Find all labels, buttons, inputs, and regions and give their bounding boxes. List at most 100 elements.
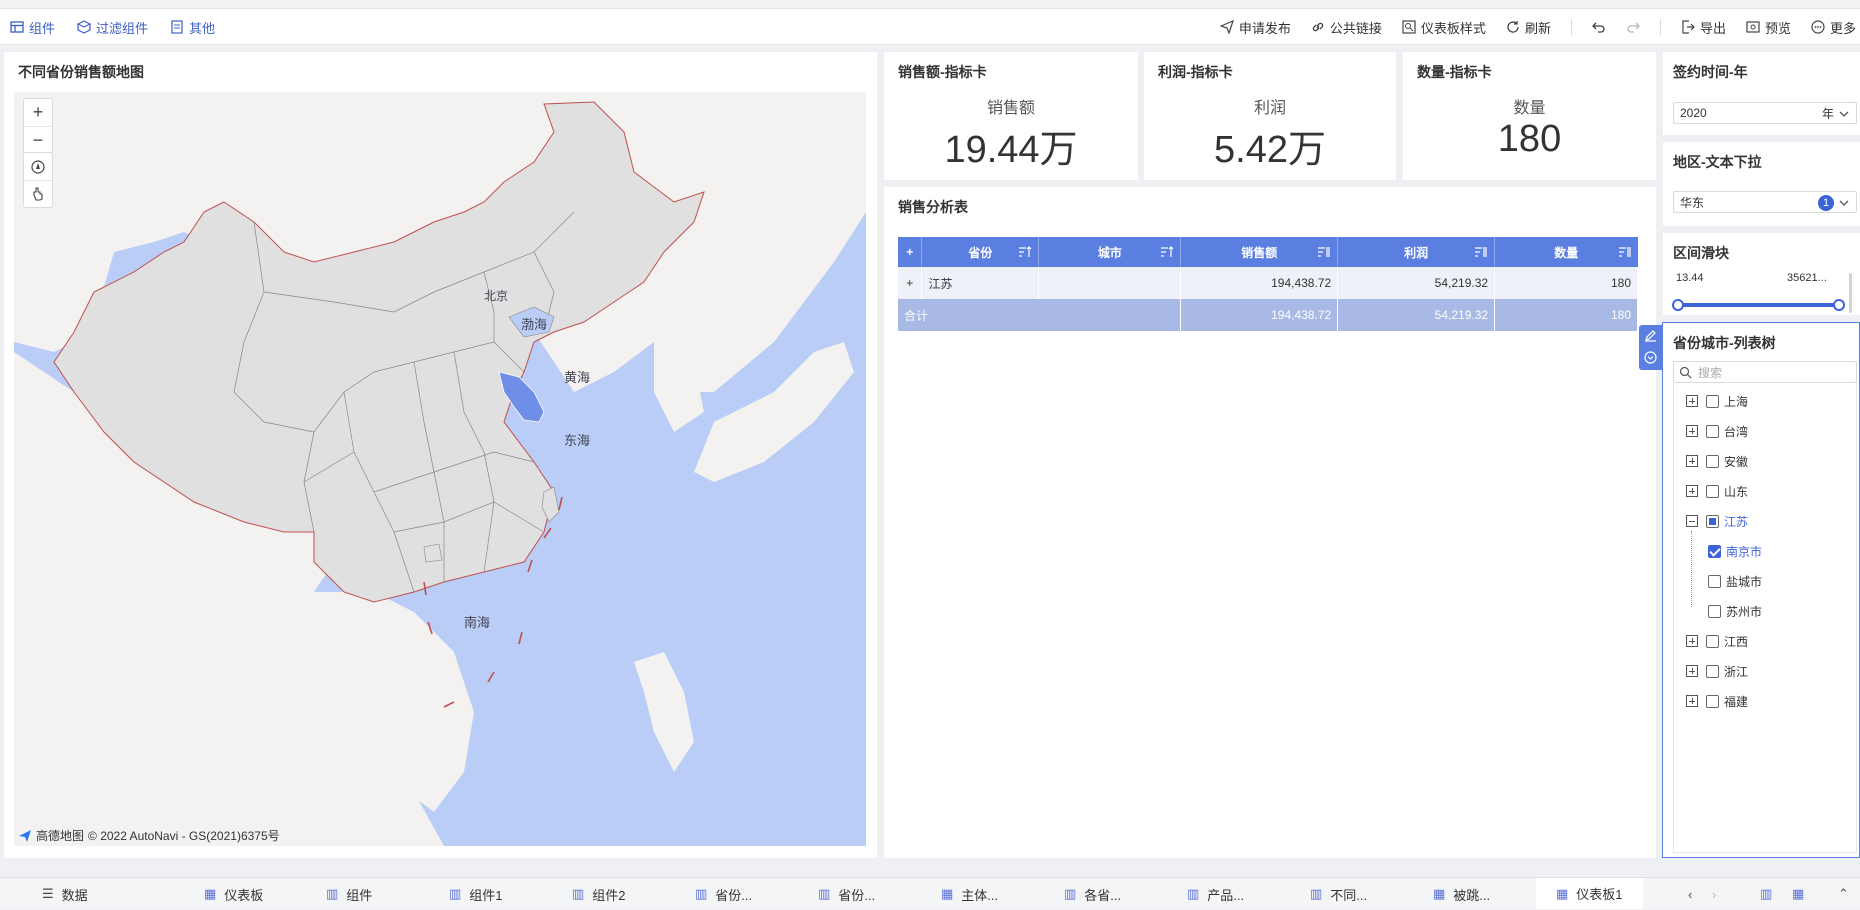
tab-data[interactable]: ☰ 数据 xyxy=(42,878,88,910)
tree-item-suzhou[interactable]: 苏州市 xyxy=(1708,601,1762,621)
range-slider-track[interactable] xyxy=(1677,303,1839,307)
export-icon xyxy=(1681,20,1695,34)
collapse-tabs-button[interactable]: ⌃ xyxy=(1838,878,1849,910)
expand-icon[interactable] xyxy=(1686,635,1698,647)
checkbox[interactable] xyxy=(1706,694,1719,708)
tab-component[interactable]: ▥ 组件 xyxy=(326,878,372,910)
top-strip xyxy=(0,0,1860,9)
expand-icon[interactable] xyxy=(1686,695,1698,707)
kpi-card-quantity[interactable]: 数量-指标卡 数量 180 xyxy=(1403,52,1656,180)
checkbox[interactable] xyxy=(1708,604,1721,618)
region-select[interactable]: 华东 1 xyxy=(1673,191,1857,213)
checkbox[interactable] xyxy=(1706,664,1719,678)
checkbox[interactable] xyxy=(1708,574,1721,588)
more-icon xyxy=(1811,20,1825,34)
range-slider-max-handle[interactable] xyxy=(1833,299,1845,311)
apply-publish-button[interactable]: 申请发布 xyxy=(1219,18,1291,37)
checkbox[interactable] xyxy=(1706,484,1719,498)
sales-table-panel: 销售分析表 + 省份 城市 销售额 利润 数量 + 江苏 194,438.72 … xyxy=(884,187,1656,858)
collapse-icon[interactable] xyxy=(1686,515,1698,527)
add-dashboard-tab-button[interactable]: ▦ xyxy=(1792,878,1804,910)
tab-dashboard1[interactable]: ▦ 仪表板1 xyxy=(1536,878,1643,909)
tab-each-province[interactable]: ▥ 各省... xyxy=(1064,878,1121,910)
tree-search-input[interactable]: 搜索 xyxy=(1673,361,1857,383)
checkbox[interactable] xyxy=(1706,424,1719,438)
tree-item-yancheng[interactable]: 盐城市 xyxy=(1708,571,1762,591)
year-select[interactable]: 2020 年 xyxy=(1673,102,1857,124)
tab-component1[interactable]: ▥ 组件1 xyxy=(449,878,503,910)
tree-item-zhejiang[interactable]: 浙江 xyxy=(1686,661,1748,681)
expand-icon[interactable] xyxy=(1686,425,1698,437)
kpi-card-sales[interactable]: 销售额-指标卡 销售额 19.44万 xyxy=(884,52,1138,180)
chart-icon: ▥ xyxy=(1187,886,1200,901)
component-button[interactable]: 组件 xyxy=(10,18,55,37)
checkbox-partial[interactable] xyxy=(1706,514,1719,528)
chevron-down-icon xyxy=(1839,111,1849,117)
year-value: 2020 xyxy=(1680,106,1707,120)
checkbox[interactable] xyxy=(1706,634,1719,648)
tree-item-fujian[interactable]: 福建 xyxy=(1686,691,1748,711)
tab-jumped[interactable]: ▦ 被跳... xyxy=(1433,878,1490,910)
header-label: 省份 xyxy=(968,245,993,260)
dashboard-style-button[interactable]: 仪表板样式 xyxy=(1402,18,1486,37)
compass-button[interactable] xyxy=(24,153,52,180)
filter-component-button[interactable]: 过滤组件 xyxy=(77,18,148,37)
tab-subject[interactable]: ▦ 主体... xyxy=(941,878,998,910)
preview-label: 预览 xyxy=(1764,20,1791,36)
export-button[interactable]: 导出 xyxy=(1681,18,1726,37)
expand-icon[interactable] xyxy=(1686,395,1698,407)
map-credit: 高德地图 © 2022 AutoNavi - GS(2021)6375号 xyxy=(18,827,280,844)
tree-item-shandong[interactable]: 山东 xyxy=(1686,481,1748,501)
redo-button[interactable] xyxy=(1626,20,1640,34)
tab-prev-button[interactable]: ‹ xyxy=(1688,878,1692,910)
tab-dashboard[interactable]: ▦ 仪表板 xyxy=(204,878,263,910)
tab-province-2[interactable]: ▥ 省份... xyxy=(818,878,875,910)
china-sales-map[interactable]: 北京 渤海 黄海 东海 南海 + − 高德地图 © 2022 AutoNavi … xyxy=(14,92,866,846)
checkbox[interactable] xyxy=(1706,394,1719,408)
tree-item-taiwan[interactable]: 台湾 xyxy=(1686,421,1748,441)
checkbox[interactable] xyxy=(1706,454,1719,468)
header-profit[interactable]: 利润 xyxy=(1337,237,1496,267)
tab-next-button[interactable]: › xyxy=(1712,878,1716,910)
chart-icon: ▥ xyxy=(572,886,585,901)
other-button[interactable]: 其他 xyxy=(170,18,215,37)
collapse-icon[interactable] xyxy=(1644,351,1657,364)
tab-province-1[interactable]: ▥ 省份... xyxy=(695,878,752,910)
zoom-out-button[interactable]: − xyxy=(24,126,52,153)
expand-icon[interactable] xyxy=(1686,455,1698,467)
tab-product[interactable]: ▥ 产品... xyxy=(1187,878,1244,910)
row-expand-toggle[interactable]: + xyxy=(898,267,923,299)
checkbox-checked[interactable] xyxy=(1708,544,1721,558)
range-slider-min-handle[interactable] xyxy=(1672,299,1684,311)
edit-icon[interactable] xyxy=(1644,329,1657,342)
scrollbar[interactable] xyxy=(1849,273,1852,313)
add-chart-tab-button[interactable]: ▥ xyxy=(1760,878,1772,910)
refresh-button[interactable]: 刷新 xyxy=(1506,18,1551,37)
header-province[interactable]: 省份 xyxy=(921,237,1040,267)
header-label: 城市 xyxy=(1097,245,1122,260)
preview-button[interactable]: 预览 xyxy=(1746,18,1791,37)
tree-item-nanjing[interactable]: 南京市 xyxy=(1708,541,1762,561)
tree-item-anhui[interactable]: 安徽 xyxy=(1686,451,1748,471)
header-quantity[interactable]: 数量 xyxy=(1494,237,1638,267)
table-row[interactable]: + 江苏 194,438.72 54,219.32 180 xyxy=(898,267,1638,299)
tab-different[interactable]: ▥ 不同... xyxy=(1310,878,1367,910)
header-city[interactable]: 城市 xyxy=(1038,237,1182,267)
header-sales[interactable]: 销售额 xyxy=(1180,237,1339,267)
tree-item-jiangsu[interactable]: 江苏 xyxy=(1686,511,1748,531)
tree-item-shanghai[interactable]: 上海 xyxy=(1686,391,1748,411)
tab-label: 不同... xyxy=(1330,887,1368,903)
expand-icon[interactable] xyxy=(1686,485,1698,497)
public-link-button[interactable]: 公共链接 xyxy=(1311,18,1382,37)
tree-item-jiangxi[interactable]: 江西 xyxy=(1686,631,1748,651)
kpi-card-profit[interactable]: 利润-指标卡 利润 5.42万 xyxy=(1144,52,1396,180)
more-button[interactable]: 更多 xyxy=(1811,18,1856,37)
expand-all-header[interactable]: + xyxy=(898,237,923,267)
undo-button[interactable] xyxy=(1592,20,1606,34)
map-canvas xyxy=(14,92,866,846)
tab-component2[interactable]: ▥ 组件2 xyxy=(572,878,626,910)
expand-icon[interactable] xyxy=(1686,665,1698,677)
zoom-in-button[interactable]: + xyxy=(24,99,52,126)
pan-button[interactable] xyxy=(24,180,52,207)
toolbar-left: 组件 过滤组件 其他 xyxy=(10,9,215,45)
